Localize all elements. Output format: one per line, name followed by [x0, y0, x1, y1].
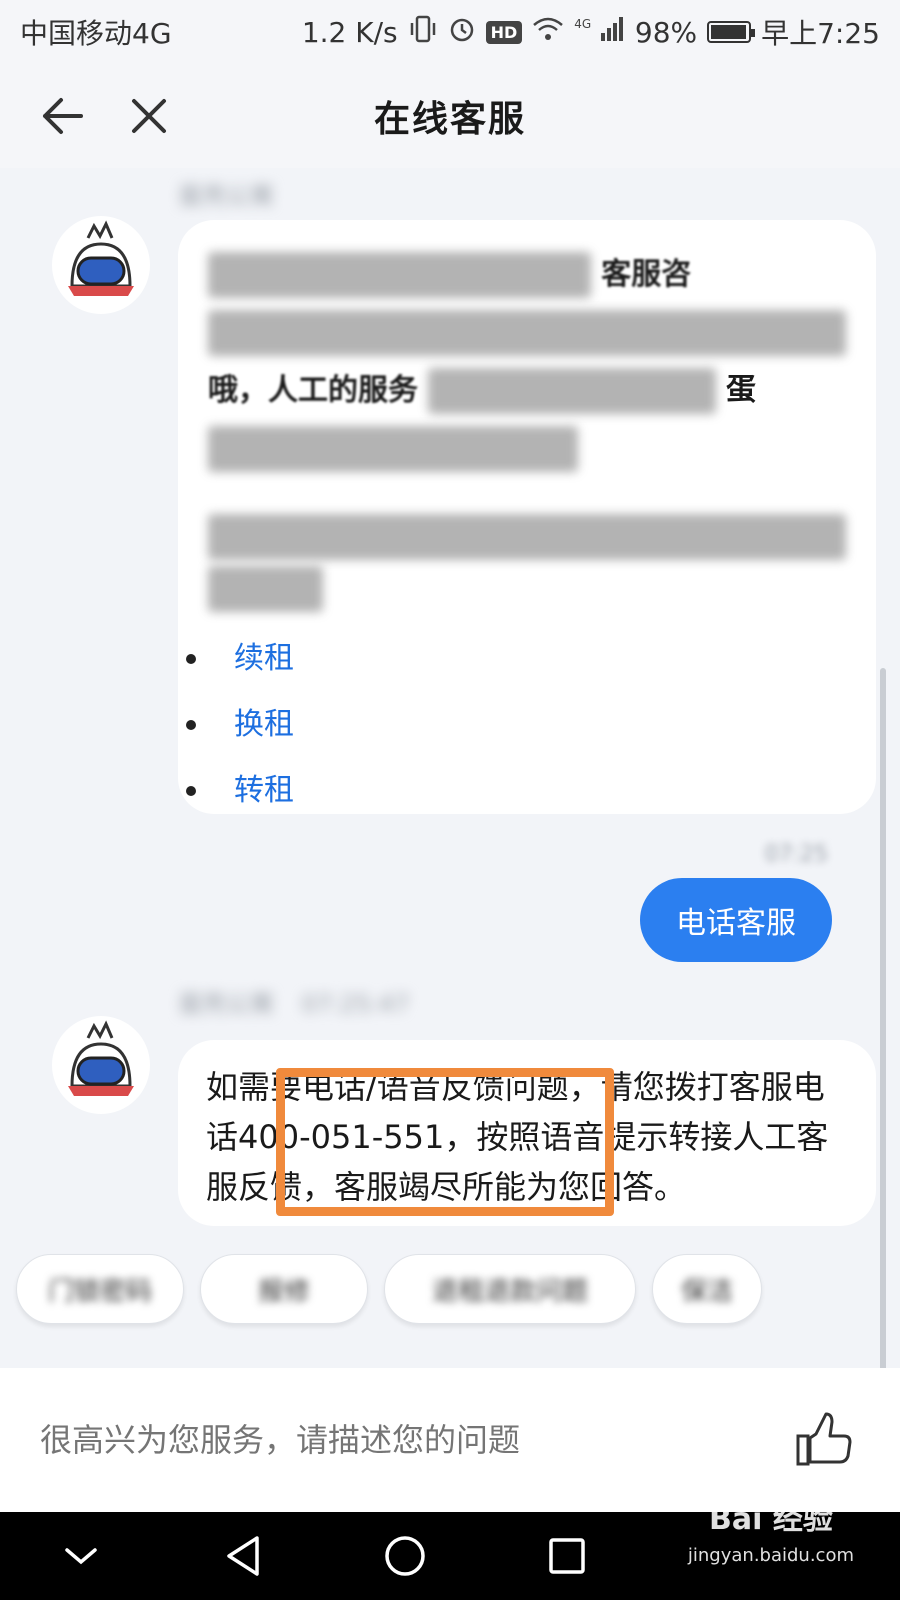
link-transfer[interactable]: 转租: [186, 758, 846, 824]
network-speed: 1.2 K/s: [301, 15, 398, 49]
thumbs-up-button[interactable]: [788, 1404, 860, 1476]
home-circle-icon: [385, 1536, 425, 1576]
user-message-bubble: 电话客服: [640, 878, 832, 962]
sender-name: 蛋壳公寓 07:25:47: [178, 984, 409, 1019]
link-renew[interactable]: 续租: [186, 626, 846, 692]
signal-icon: 4G: [574, 17, 625, 47]
chip-label: 退租退款问题: [431, 1276, 588, 1307]
redacted-text: [208, 252, 591, 298]
quick-reply-chip[interactable]: 退租退款问题: [384, 1254, 636, 1324]
link-label: 续租: [234, 641, 294, 676]
message-fragment: 哦，人工的服务: [208, 372, 418, 408]
link-label: 换租: [234, 707, 294, 742]
quick-reply-chip[interactable]: 保洁: [652, 1254, 762, 1324]
bot-avatar: [52, 216, 150, 314]
status-right: 1.2 K/s HD 4G 98% 早上7:25: [302, 12, 880, 52]
redacted-text: [428, 368, 716, 414]
bot-avatar: [52, 1016, 150, 1114]
system-home-button[interactable]: [370, 1521, 440, 1591]
system-recents-button[interactable]: [532, 1521, 602, 1591]
back-button[interactable]: [28, 81, 98, 151]
vibrate-icon: [408, 15, 438, 49]
thumbs-up-icon: [796, 1412, 852, 1466]
redacted-text: [208, 426, 579, 472]
redacted-text: [208, 566, 323, 612]
chat-area[interactable]: 蛋壳公寓 客服咨 哦，人工的服务 蛋 续租 换租 转租 07:25 电话客服 蛋…: [0, 168, 900, 1408]
bot-message-bubble: 如需要电话/语音反馈问题，请您拨打客服电话400-051-551，按照语音提示转…: [178, 1040, 876, 1226]
hd-icon: HD: [485, 20, 523, 44]
clock: 早上7:25: [761, 17, 880, 50]
alarm-icon: [448, 15, 476, 49]
redacted-text: [208, 514, 846, 560]
user-message-time: 07:25: [764, 842, 828, 867]
message-text: 如需要电话/语音反馈问题，请您拨打客服电话400-051-551，按照语音提示转…: [206, 1068, 829, 1206]
user-message-text: 电话客服: [676, 906, 796, 941]
watermark-url: jingyan.baidu.com: [687, 1545, 854, 1566]
status-bar: 中国移动4G 1.2 K/s HD 4G 98% 早上7:25: [0, 0, 900, 64]
battery-percent: 98%: [634, 15, 698, 49]
battery-icon: [707, 21, 756, 43]
chevron-down-icon: [65, 1548, 97, 1565]
message-fragment: 蛋: [726, 372, 756, 408]
close-icon: [132, 99, 166, 133]
status-left: 中国移动4G: [20, 12, 172, 52]
message-time: 07:25:47: [301, 990, 410, 1018]
system-back-button[interactable]: [208, 1521, 278, 1591]
quick-reply-row: 门锁密码 报修 退租退款问题 保洁: [0, 1254, 900, 1334]
wifi-icon: [532, 16, 564, 48]
robot-icon: [68, 1020, 134, 1096]
link-list: 续租 换租 转租: [186, 626, 846, 824]
sender-name: 蛋壳公寓: [178, 182, 274, 210]
back-triangle-icon: [227, 1536, 259, 1576]
message-text: 客服咨 哦，人工的服务 蛋: [208, 246, 846, 472]
nav-bar: 在线客服: [0, 64, 900, 168]
bullet: [186, 654, 196, 664]
link-change[interactable]: 换租: [186, 692, 846, 758]
network-type-label: 4G: [574, 17, 592, 31]
hide-keyboard-button[interactable]: [46, 1521, 116, 1591]
close-button[interactable]: [114, 81, 184, 151]
chip-label: 保洁: [680, 1276, 733, 1307]
message-fragment: 客服咨: [601, 256, 692, 292]
sender-name-text: 蛋壳公寓: [178, 990, 274, 1018]
arrow-left-icon: [43, 98, 83, 134]
watermark-brand: Bai 经验: [709, 1502, 833, 1537]
chip-label: 门锁密码: [47, 1276, 152, 1307]
bot-message-bubble: 客服咨 哦，人工的服务 蛋 续租 换租 转租: [178, 220, 876, 814]
robot-icon: [68, 220, 134, 296]
recents-square-icon: [549, 1538, 585, 1574]
redacted-text: [208, 310, 846, 356]
battery-fill: [711, 25, 747, 39]
quick-reply-chip[interactable]: 报修: [200, 1254, 368, 1324]
quick-reply-chip[interactable]: 门锁密码: [16, 1254, 184, 1324]
carrier-label: 中国移动4G: [20, 17, 172, 50]
chip-label: 报修: [257, 1276, 310, 1307]
link-label: 转租: [234, 773, 294, 808]
message-input[interactable]: [40, 1421, 760, 1459]
input-bar: [0, 1368, 900, 1512]
baidu-watermark: Bai 经验 jingyan.baidu.com: [688, 1502, 854, 1574]
bullet: [186, 720, 196, 730]
bullet: [186, 786, 196, 796]
scrollbar[interactable]: [880, 668, 886, 1408]
